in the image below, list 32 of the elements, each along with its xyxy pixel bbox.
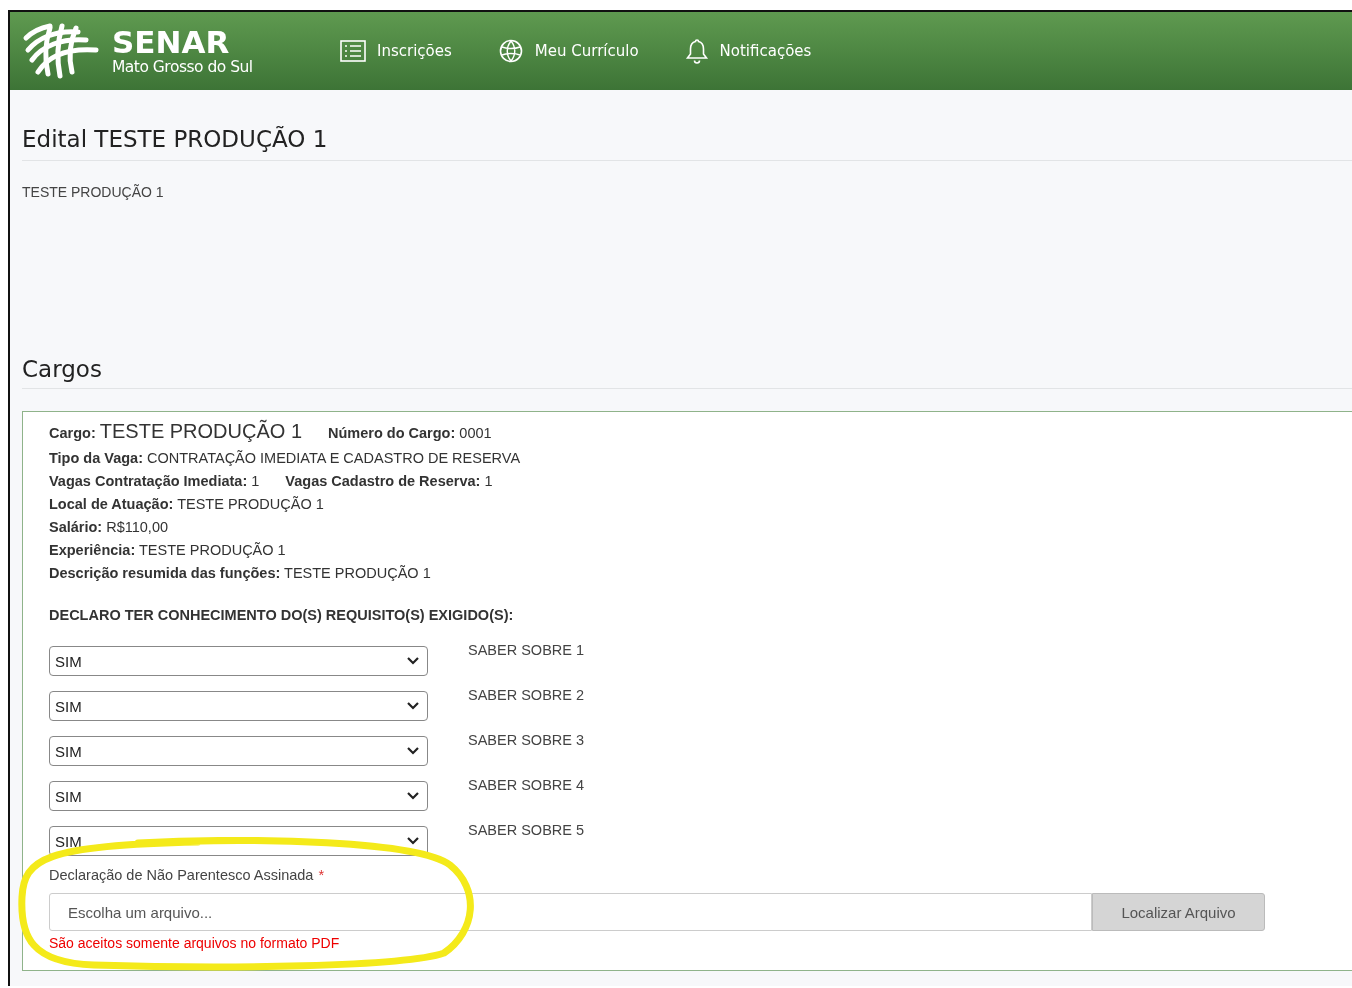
page-title: Edital TESTE PRODUÇÃO 1 — [22, 90, 1352, 161]
nav-link[interactable]: Notificações — [684, 38, 812, 64]
requirement-label: SABER SOBRE 3 — [468, 732, 585, 748]
brand-subtitle: Mato Grosso do Sul — [112, 59, 253, 76]
hint-text: São aceitos somente arquivos no formato PDF — [49, 935, 341, 951]
browse-button[interactable]: Localizar Arquivo — [1092, 893, 1265, 931]
nav-link[interactable]: Inscrições — [340, 38, 452, 64]
file-field[interactable]: Escolha um arquivo... — [49, 893, 1092, 931]
detail-text: Vagas Contratação Imediata: 1 — [49, 473, 260, 489]
detail-text: Local de Atuação: TESTE PRODUÇÃO 1 — [49, 496, 324, 512]
requirement-select[interactable]: SIM — [49, 646, 428, 676]
detail-text: Experiência: TESTE PRODUÇÃO 1 — [49, 542, 286, 558]
brand-name: SENAR — [112, 26, 231, 58]
detail-text: Vagas Cadastro de Reserva: 1 — [285, 473, 493, 489]
requirement-select[interactable]: SIM — [49, 781, 428, 811]
required-mark: * — [318, 867, 325, 883]
requirement-label: SABER SOBRE 4 — [468, 777, 585, 793]
detail-text: Tipo da Vaga: CONTRATAÇÃO IMEDIATA E CADASTRO DE RESERVA — [49, 450, 521, 466]
section-heading: Cargos — [22, 352, 1352, 389]
detail-text: Número do Cargo: 0001 — [328, 425, 492, 441]
requirement-label: SABER SOBRE 5 — [468, 822, 585, 838]
requirement-select[interactable]: SIM — [49, 736, 428, 766]
detail-text: Salário: R$110,00 — [49, 519, 169, 535]
detail-text: Cargo: TESTE PRODUÇÃO 1 — [49, 420, 303, 443]
requirement-label: SABER SOBRE 1 — [468, 642, 585, 658]
description-text: TESTE PRODUÇÃO 1 — [22, 183, 165, 202]
nav-link[interactable]: Meu Currículo — [497, 38, 639, 64]
field-label: Declaração de Não Parentesco Assinada — [49, 867, 314, 883]
requirements-heading: DECLARO TER CONHECIMENTO DO(S) REQUISITO(S) EXIGIDO(S): — [49, 607, 515, 623]
requirement-select[interactable]: SIM — [49, 691, 428, 721]
requirement-label: SABER SOBRE 2 — [468, 687, 585, 703]
detail-text: Descrição resumida das funções: TESTE PRODUÇÃO 1 — [49, 565, 431, 581]
